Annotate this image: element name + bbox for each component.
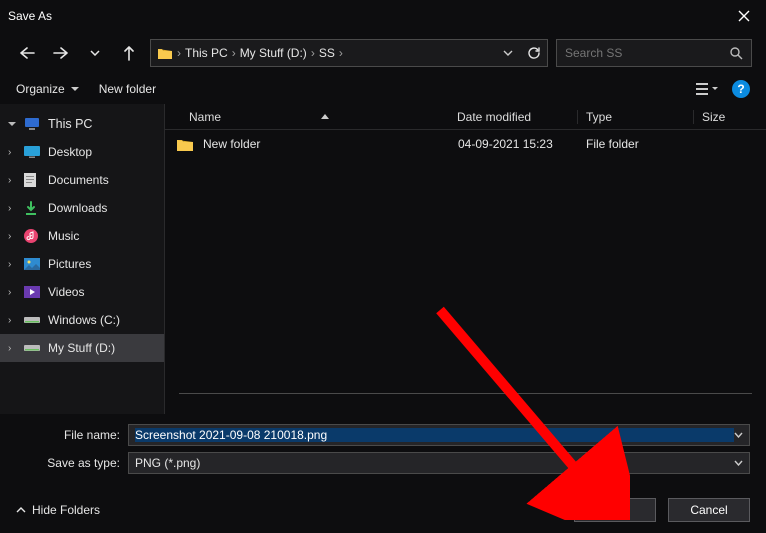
sidebar-item-videos[interactable]: › Videos	[0, 278, 164, 306]
close-button[interactable]	[730, 2, 758, 30]
sidebar-item-downloads[interactable]: › Downloads	[0, 194, 164, 222]
sidebar-item-label: Windows (C:)	[48, 313, 120, 327]
column-headers[interactable]: Name Date modified Type Size	[165, 104, 766, 130]
sidebar-item-label: My Stuff (D:)	[48, 341, 115, 355]
filename-input[interactable]	[135, 428, 734, 442]
main-area: This PC › Desktop › Documents › Download…	[0, 104, 766, 414]
file-list-area: Name Date modified Type Size New folder …	[164, 104, 766, 414]
chevron-right-icon: ›	[8, 147, 18, 158]
music-icon	[24, 229, 42, 243]
search-box[interactable]	[556, 39, 752, 67]
chevron-down-icon[interactable]	[734, 432, 743, 438]
chevron-right-icon: ›	[311, 46, 315, 60]
sidebar-item-music[interactable]: › Music	[0, 222, 164, 250]
chevron-right-icon: ›	[8, 315, 18, 326]
drive-icon	[24, 315, 42, 325]
downloads-icon	[24, 201, 42, 215]
chevron-down-icon	[8, 122, 18, 127]
cancel-button[interactable]: Cancel	[668, 498, 750, 522]
chevron-right-icon: ›	[232, 46, 236, 60]
chevron-right-icon: ›	[8, 203, 18, 214]
chevron-right-icon: ›	[339, 46, 343, 60]
col-type-header[interactable]: Type	[586, 110, 612, 124]
hide-folders-button[interactable]: Hide Folders	[16, 503, 100, 517]
new-folder-label: New folder	[99, 82, 156, 96]
toolbar: Organize New folder ?	[0, 74, 766, 104]
sidebar-item-label: Videos	[48, 285, 84, 299]
forward-button[interactable]	[48, 40, 74, 66]
drive-icon	[24, 343, 42, 353]
save-button[interactable]: Save	[574, 498, 656, 522]
chevron-right-icon: ›	[8, 287, 18, 298]
organize-menu[interactable]: Organize	[16, 82, 79, 96]
search-input[interactable]	[565, 46, 722, 60]
thispc-icon	[24, 117, 42, 131]
nav-sidebar: This PC › Desktop › Documents › Download…	[0, 104, 164, 414]
sidebar-item-label: Music	[48, 229, 79, 243]
file-name: New folder	[195, 137, 458, 151]
organize-label: Organize	[16, 82, 65, 96]
up-button[interactable]	[116, 40, 142, 66]
col-size-header[interactable]: Size	[702, 110, 725, 124]
breadcrumb-1[interactable]: My Stuff (D:)	[240, 46, 307, 60]
chevron-down-icon[interactable]	[503, 50, 513, 56]
tree-root-label: This PC	[48, 117, 92, 131]
col-date-header[interactable]: Date modified	[457, 110, 531, 124]
sidebar-item-pictures[interactable]: › Pictures	[0, 250, 164, 278]
sidebar-item-drive-c[interactable]: › Windows (C:)	[0, 306, 164, 334]
help-icon[interactable]: ?	[732, 80, 750, 98]
chevron-right-icon: ›	[8, 175, 18, 186]
back-button[interactable]	[14, 40, 40, 66]
sidebar-item-label: Documents	[48, 173, 109, 187]
saveastype-value: PNG (*.png)	[135, 456, 734, 470]
breadcrumb-2[interactable]: SS	[319, 46, 335, 60]
col-name-header[interactable]: Name	[189, 110, 221, 124]
sidebar-item-label: Downloads	[48, 201, 107, 215]
folder-icon	[177, 138, 195, 151]
window-title: Save As	[8, 9, 730, 23]
divider	[179, 393, 752, 394]
chevron-right-icon: ›	[8, 343, 18, 354]
sort-arrow-icon	[321, 114, 329, 119]
sidebar-item-label: Pictures	[48, 257, 91, 271]
hide-folders-label: Hide Folders	[32, 503, 100, 517]
saveastype-label: Save as type:	[40, 456, 120, 470]
tree-root-thispc[interactable]: This PC	[0, 110, 164, 138]
button-row: Hide Folders Save Cancel	[0, 490, 766, 530]
bottom-panel: File name: Save as type: PNG (*.png)	[0, 414, 766, 490]
view-menu[interactable]	[696, 82, 718, 96]
refresh-button[interactable]	[527, 46, 541, 60]
chevron-right-icon: ›	[8, 231, 18, 242]
sidebar-item-desktop[interactable]: › Desktop	[0, 138, 164, 166]
saveastype-combo[interactable]: PNG (*.png)	[128, 452, 750, 474]
folder-icon	[157, 46, 173, 60]
videos-icon	[24, 286, 42, 298]
chevron-right-icon: ›	[8, 259, 18, 270]
breadcrumb-0[interactable]: This PC	[185, 46, 228, 60]
sidebar-item-drive-d[interactable]: › My Stuff (D:)	[0, 334, 164, 362]
sidebar-item-label: Desktop	[48, 145, 92, 159]
pictures-icon	[24, 258, 42, 270]
titlebar: Save As	[0, 0, 766, 32]
filename-label: File name:	[40, 428, 120, 442]
chevron-down-icon[interactable]	[734, 460, 743, 466]
address-bar[interactable]: › This PC › My Stuff (D:) › SS ›	[150, 39, 548, 67]
file-type: File folder	[578, 137, 694, 151]
nav-row: › This PC › My Stuff (D:) › SS ›	[0, 32, 766, 74]
filename-combo[interactable]	[128, 424, 750, 446]
new-folder-button[interactable]: New folder	[99, 82, 156, 96]
file-date: 04-09-2021 15:23	[458, 137, 578, 151]
sidebar-item-documents[interactable]: › Documents	[0, 166, 164, 194]
desktop-icon	[24, 146, 42, 158]
recent-dropdown[interactable]	[82, 40, 108, 66]
documents-icon	[24, 173, 42, 187]
file-row[interactable]: New folder 04-09-2021 15:23 File folder	[165, 130, 766, 158]
search-icon	[730, 47, 743, 60]
chevron-right-icon: ›	[177, 46, 181, 60]
